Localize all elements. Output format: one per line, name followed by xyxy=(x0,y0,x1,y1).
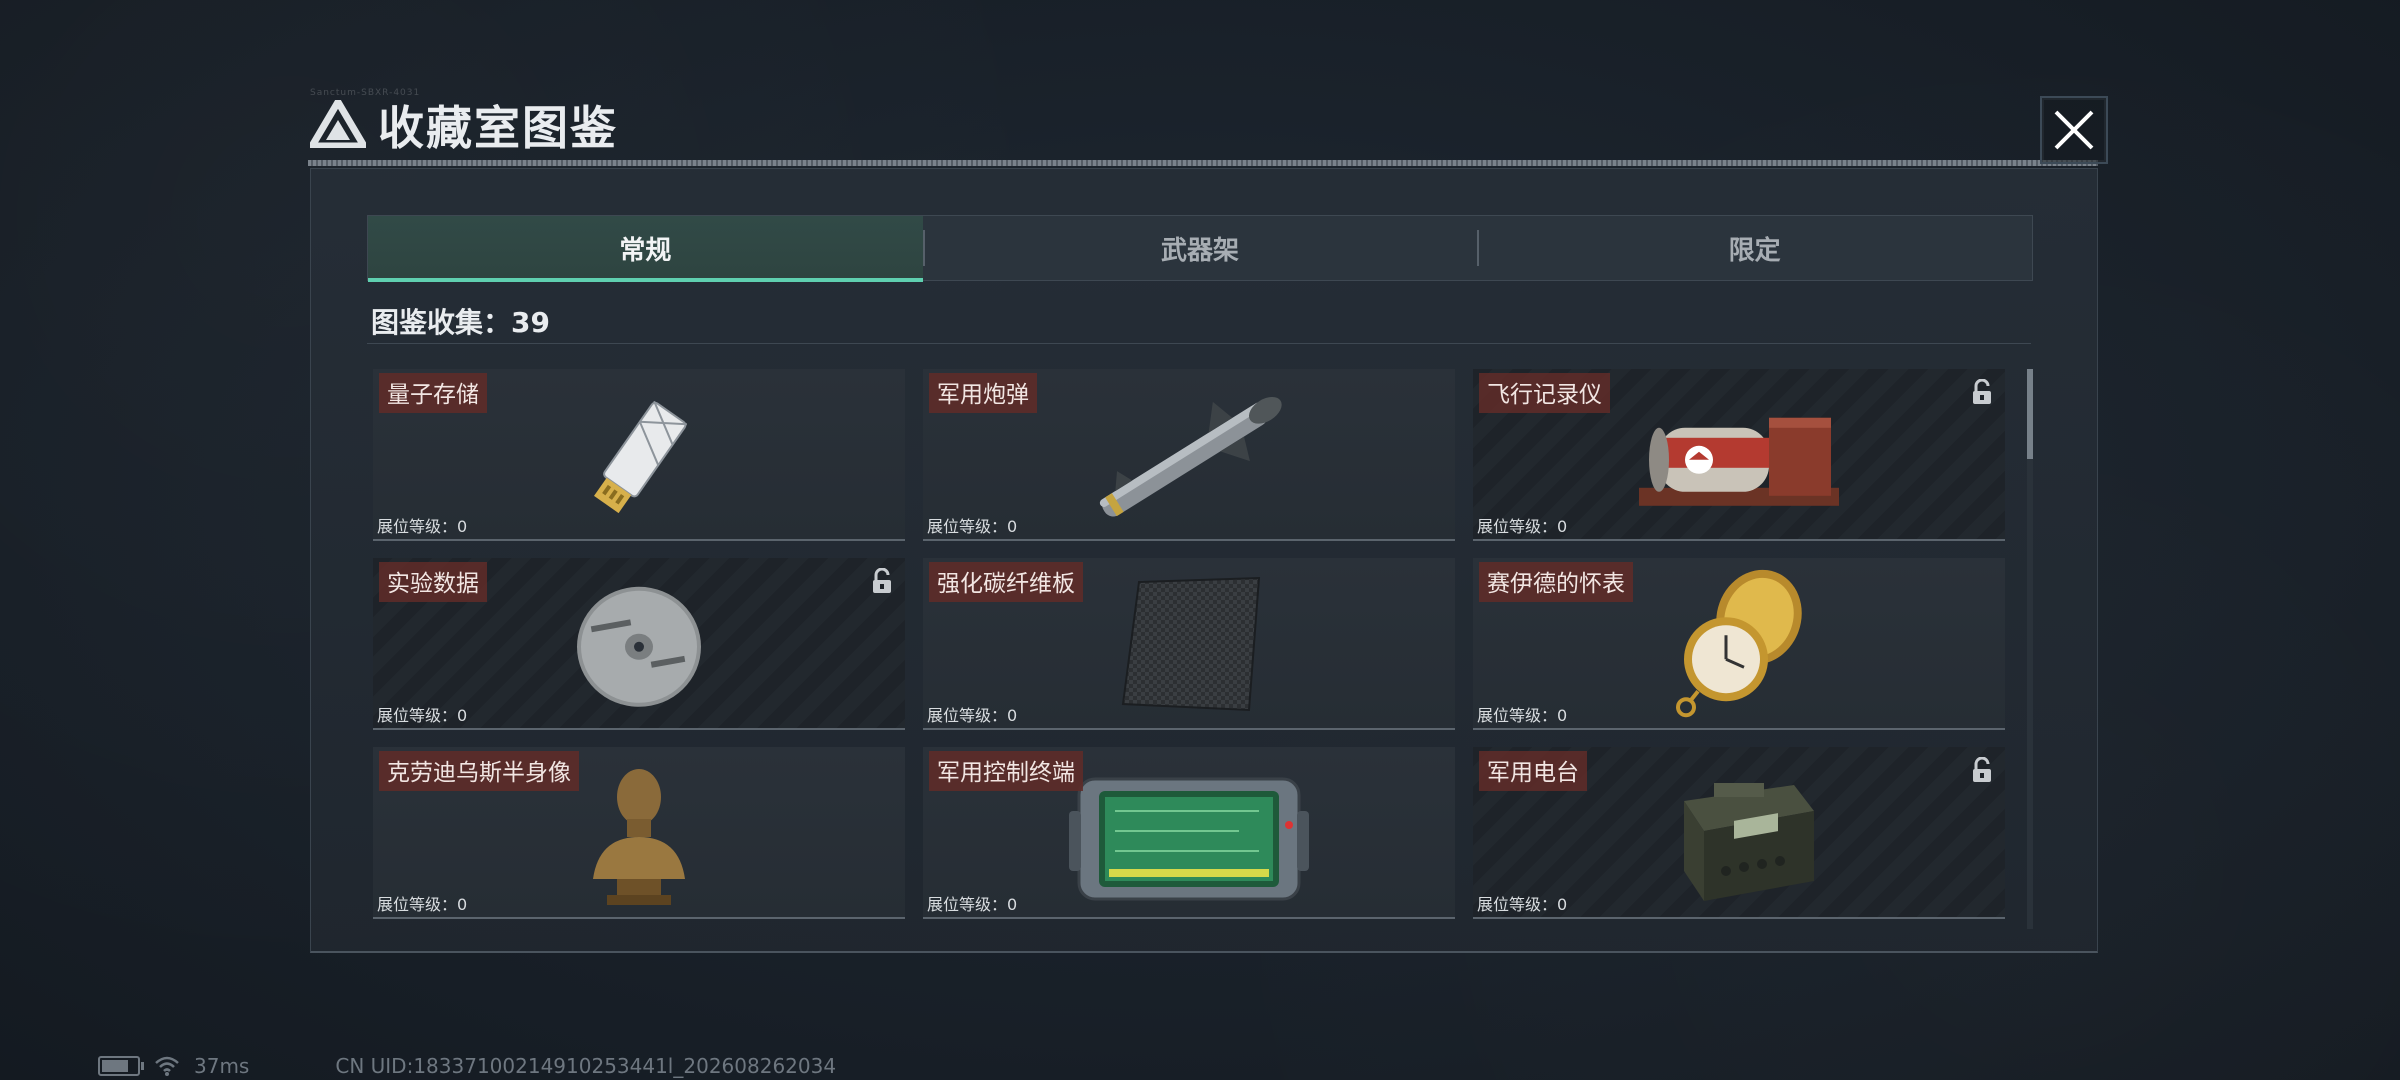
card-underline xyxy=(1473,917,2005,919)
control-terminal-icon xyxy=(1069,777,1309,901)
flight-recorder-icon xyxy=(1639,417,1839,506)
item-card[interactable]: 赛伊德的怀表 展位等级：0 xyxy=(1473,558,2005,730)
user-uid: CN UID:18337100214910253441l_20260826203… xyxy=(335,1054,837,1078)
item-level: 展位等级：0 xyxy=(1477,895,1568,914)
item-name: 赛伊德的怀表 xyxy=(1479,562,1633,602)
item-level: 展位等级：0 xyxy=(1477,706,1568,725)
item-card[interactable]: 军用控制终端 展位等级：0 xyxy=(923,747,1455,919)
item-card[interactable]: 军用电台 展位等级：0 xyxy=(1473,747,2005,919)
card-underline xyxy=(373,539,905,541)
battery-icon xyxy=(98,1056,144,1076)
item-name: 实验数据 xyxy=(379,562,487,602)
item-card[interactable]: 飞行记录仪 展位等级：0 xyxy=(1473,369,2005,541)
item-card[interactable]: 军用炮弹 展位等级：0 xyxy=(923,369,1455,541)
item-level: 展位等级：0 xyxy=(1477,517,1568,536)
usb-drive-icon xyxy=(594,400,687,514)
item-level: 展位等级：0 xyxy=(377,895,468,914)
collection-count: 图鉴收集：39 xyxy=(371,306,550,339)
item-name: 军用控制终端 xyxy=(929,751,1083,791)
close-button[interactable] xyxy=(2040,96,2108,164)
tab-regular[interactable]: 常规 xyxy=(368,216,923,282)
card-underline xyxy=(1473,728,2005,730)
close-icon xyxy=(2054,110,2094,150)
page-title: 收藏室图鉴 xyxy=(378,101,618,155)
ping-value: 37ms xyxy=(194,1054,250,1078)
item-level: 展位等级：0 xyxy=(377,706,468,725)
scrollbar-thumb[interactable] xyxy=(2027,369,2033,459)
item-name: 量子存储 xyxy=(379,373,487,413)
item-card[interactable]: 强化碳纤维板 展位等级：0 xyxy=(923,558,1455,730)
pocket-watch-icon xyxy=(1676,569,1802,718)
card-underline xyxy=(373,917,905,919)
lock-icon xyxy=(1973,757,1991,782)
lock-icon xyxy=(873,568,891,593)
tab-bar: 常规 武器架 限定 xyxy=(367,215,2033,282)
carbon-plate-icon xyxy=(1121,576,1261,712)
triangle-logo-icon xyxy=(310,100,366,148)
collection-panel: 常规 武器架 限定 图鉴收集：39 量子存储 展位等级：0 军用炮弹 展位等级：… xyxy=(310,168,2098,953)
item-name: 军用电台 xyxy=(1479,751,1587,791)
item-name: 飞行记录仪 xyxy=(1479,373,1610,413)
item-level: 展位等级：0 xyxy=(927,706,1018,725)
radio-icon xyxy=(1684,783,1814,901)
header-divider xyxy=(308,160,2098,166)
bust-icon xyxy=(593,769,685,905)
item-card[interactable]: 量子存储 展位等级：0 xyxy=(373,369,905,541)
card-underline xyxy=(923,539,1455,541)
item-level: 展位等级：0 xyxy=(927,895,1018,914)
missile-icon xyxy=(1099,396,1282,517)
divider xyxy=(367,343,2031,344)
card-underline xyxy=(373,728,905,730)
item-card[interactable]: 实验数据 展位等级：0 xyxy=(373,558,905,730)
item-name: 克劳迪乌斯半身像 xyxy=(379,751,579,791)
card-underline xyxy=(923,728,1455,730)
card-underline xyxy=(923,917,1455,919)
item-name: 强化碳纤维板 xyxy=(929,562,1083,602)
card-underline xyxy=(1473,539,2005,541)
header: Sanctum-SBXR-4031 收藏室图鉴 xyxy=(308,88,2098,168)
wifi-icon xyxy=(155,1056,179,1076)
item-level: 展位等级：0 xyxy=(377,517,468,536)
status-bar: 37ms CN UID:18337100214910253441l_202608… xyxy=(98,1054,836,1078)
tab-limited[interactable]: 限定 xyxy=(1477,216,2032,280)
disc-icon xyxy=(577,586,701,707)
item-level: 展位等级：0 xyxy=(927,517,1018,536)
lock-icon xyxy=(1973,379,1991,404)
grid-scrollbar[interactable] xyxy=(2027,369,2033,929)
item-grid: 量子存储 展位等级：0 军用炮弹 展位等级：0 飞行记录仪 展位等级：0 实验数… xyxy=(373,369,2023,939)
item-name: 军用炮弹 xyxy=(929,373,1037,413)
item-card[interactable]: 克劳迪乌斯半身像 展位等级：0 xyxy=(373,747,905,919)
tab-weapon-rack[interactable]: 武器架 xyxy=(922,216,1478,280)
